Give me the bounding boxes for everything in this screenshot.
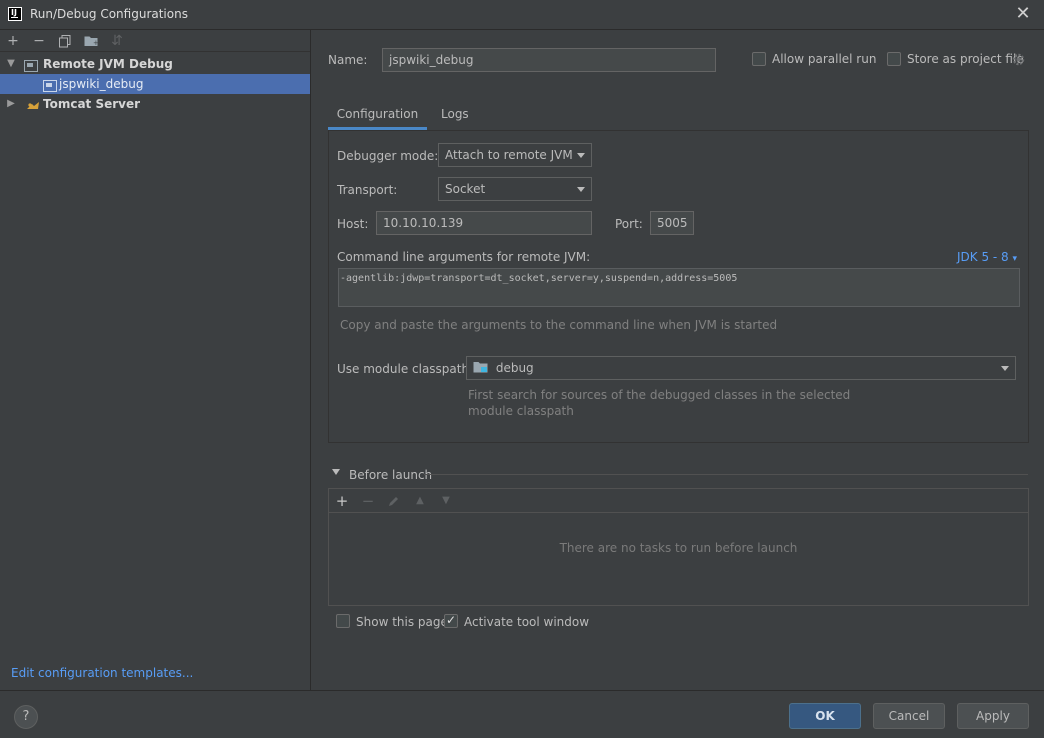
edit-configuration-templates-link[interactable]: Edit configuration templates... (11, 666, 193, 680)
tab-logs[interactable]: Logs (441, 98, 469, 130)
store-as-project-file-checkbox[interactable] (887, 52, 901, 66)
store-as-project-file-label: Store as project file (907, 52, 1024, 66)
chevron-down-icon: ▾ (1012, 254, 1018, 264)
tree-item-jspwiki-debug[interactable]: jspwiki_debug (0, 74, 310, 94)
config-icon (43, 78, 57, 92)
module-classpath-hint-line-1: First search for sources of the debugged… (468, 388, 851, 402)
allow-parallel-run-checkbox[interactable] (752, 52, 766, 66)
move-up-icon: ▲ (416, 495, 424, 506)
edit-task-icon (385, 492, 403, 510)
debugger-mode-value: Attach to remote JVM (445, 148, 573, 162)
copy-icon[interactable] (56, 33, 74, 51)
module-classpath-select[interactable]: debug (466, 356, 1016, 380)
show-this-page-checkbox[interactable] (336, 614, 350, 628)
chevron-right-icon[interactable]: ▶ (5, 94, 17, 114)
help-button[interactable]: ? (14, 705, 38, 729)
remove-task-icon: − (361, 492, 375, 510)
module-classpath-value: debug (495, 361, 534, 375)
intellij-logo-icon: IJ (8, 7, 22, 21)
folder-icon[interactable]: + (82, 33, 100, 51)
allow-parallel-run-label: Allow parallel run (772, 52, 877, 66)
sort-icon: ⇵ (111, 33, 123, 49)
svg-text:+: + (93, 39, 98, 47)
cancel-button[interactable]: Cancel (873, 703, 945, 729)
host-label: Host: (337, 217, 369, 231)
ok-button[interactable]: OK (789, 703, 861, 729)
close-icon[interactable]: ✕ (1014, 5, 1032, 23)
tree-item-label: Remote JVM Debug (43, 57, 173, 71)
command-line-args-field[interactable]: -agentlib:jdwp=transport=dt_socket,serve… (338, 268, 1020, 307)
activate-tool-window-checkbox[interactable] (444, 613, 458, 628)
chevron-down-icon (577, 187, 585, 192)
configuration-tree: ▼ Remote JVM Debug jspwiki_debug ▶ Tomca… (0, 54, 310, 114)
module-classpath-hint-line-2: module classpath (468, 404, 574, 418)
debugger-mode-label: Debugger mode: (337, 149, 439, 163)
tasks-toolbar: + − ▲ ▼ (329, 489, 1028, 513)
configuration-panel: Debugger mode: Attach to remote JVM Tran… (328, 130, 1029, 443)
apply-button[interactable]: Apply (957, 703, 1029, 729)
module-folder-icon (473, 358, 488, 380)
remote-debug-icon (24, 58, 38, 72)
move-down-icon: ▼ (442, 495, 450, 506)
tree-item-remote-jvm-debug[interactable]: ▼ Remote JVM Debug (0, 54, 310, 74)
transport-select[interactable]: Socket (438, 177, 592, 201)
jdk-version-label: JDK 5 - 8 (957, 250, 1009, 264)
section-divider (424, 474, 1028, 475)
before-launch-tasks: + − ▲ ▼ There are no tasks to run before… (328, 488, 1029, 606)
title-bar: IJ Run/Debug Configurations ✕ (0, 0, 1044, 30)
tree-item-label: Tomcat Server (43, 97, 141, 111)
add-icon[interactable]: + (4, 33, 22, 51)
sidebar-toolbar: + − + ⇵ (0, 30, 310, 52)
chevron-down-icon (577, 153, 585, 158)
activate-tool-window-label: Activate tool window (464, 615, 590, 629)
add-task-icon[interactable]: + (333, 492, 351, 510)
before-launch-heading[interactable]: Before launch (349, 468, 432, 482)
name-input[interactable]: jspwiki_debug (382, 48, 716, 72)
tree-item-tomcat-server[interactable]: ▶ Tomcat Server (0, 94, 310, 114)
remove-icon[interactable]: − (30, 33, 48, 51)
tab-configuration[interactable]: Configuration (328, 98, 427, 130)
chevron-down-icon[interactable]: ▼ (5, 54, 17, 74)
port-input[interactable]: 5005 (650, 211, 694, 235)
jdk-version-dropdown[interactable]: JDK 5 - 8 ▾ (957, 250, 1017, 264)
collapse-arrow-icon[interactable] (332, 469, 340, 475)
command-line-hint: Copy and paste the arguments to the comm… (340, 318, 778, 332)
tree-item-label: jspwiki_debug (59, 77, 144, 91)
transport-label: Transport: (337, 183, 398, 197)
show-this-page-label: Show this page (356, 615, 448, 629)
command-line-label: Command line arguments for remote JVM: (337, 250, 591, 264)
tomcat-icon (26, 98, 39, 110)
host-input[interactable]: 10.10.10.139 (376, 211, 592, 235)
gear-icon[interactable] (1012, 53, 1025, 66)
transport-value: Socket (445, 182, 486, 196)
module-classpath-label: Use module classpath: (337, 362, 474, 376)
debugger-mode-select[interactable]: Attach to remote JVM (438, 143, 592, 167)
configuration-editor: Name: jspwiki_debug Allow parallel run S… (312, 30, 1044, 690)
port-label: Port: (615, 217, 643, 231)
chevron-down-icon (1001, 366, 1009, 371)
name-label: Name: (328, 53, 368, 67)
window-title: Run/Debug Configurations (30, 7, 188, 21)
dialog-button-bar: ? OK Cancel Apply (0, 690, 1044, 738)
configurations-sidebar: + − + ⇵ ▼ Remote JVM Debug jspwiki_debug… (0, 30, 311, 690)
empty-tasks-message: There are no tasks to run before launch (559, 541, 798, 555)
